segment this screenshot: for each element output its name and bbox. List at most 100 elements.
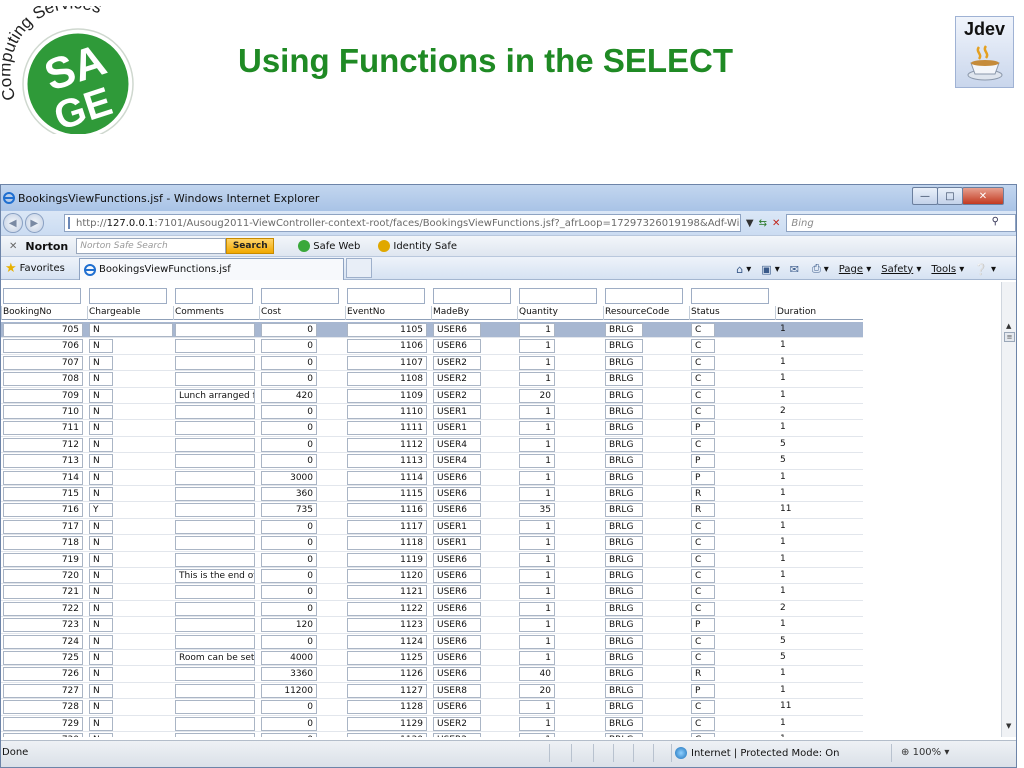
cell-cost[interactable]: 0 [261,421,317,436]
cell-chargeable[interactable]: N [89,519,113,534]
cell-resourcecode[interactable]: BRLG [605,519,643,534]
cell-cost[interactable]: 0 [261,601,317,616]
cell-chargeable[interactable]: N [89,585,113,600]
cell-chargeable[interactable]: N [89,601,113,616]
cell-eventno[interactable]: 1118 [347,536,427,551]
cell-cost[interactable]: 0 [261,437,317,452]
cell-quantity[interactable]: 1 [519,487,555,501]
cell-status[interactable]: P [691,683,715,698]
cell-eventno[interactable]: 1128 [347,700,427,715]
cell-bookingno[interactable]: 726 [3,667,83,682]
table-row[interactable]: 723 N 120 1123 USER6 1 BRLG P 1 [1,617,863,634]
cell-bookingno[interactable]: 710 [3,405,83,419]
cell-comments[interactable] [175,487,255,501]
cell-status[interactable]: C [691,405,715,419]
cell-cost[interactable]: 11200 [261,683,317,698]
cell-comments[interactable] [175,536,255,551]
cell-chargeable[interactable]: N [89,437,113,452]
cell-eventno[interactable]: 1123 [347,618,427,633]
safety-menu[interactable]: Safety ▾ [881,264,921,275]
identity-safe-button[interactable]: Identity Safe [378,240,457,252]
column-header-bookingno[interactable]: BookingNo [1,306,87,320]
cell-resourcecode[interactable]: BRLG [605,503,643,518]
cell-bookingno[interactable]: 711 [3,421,83,436]
filter-input-eventno[interactable] [347,288,425,304]
cell-bookingno[interactable]: 707 [3,355,83,370]
table-row[interactable]: 730 N 0 1130 USER2 1 BRLG C 1 [1,732,863,737]
table-row[interactable]: 718 N 0 1118 USER1 1 BRLG C 1 [1,535,863,552]
close-toolbar-icon[interactable]: ✕ [9,241,17,252]
cell-madeby[interactable]: USER8 [433,683,481,698]
cell-eventno[interactable]: 1105 [347,323,427,337]
cell-chargeable[interactable]: N [89,683,113,698]
table-row[interactable]: 724 N 0 1124 USER6 1 BRLG C 5 [1,634,863,650]
cell-resourcecode[interactable]: BRLG [605,405,643,419]
cell-eventno[interactable]: 1117 [347,519,427,534]
cell-eventno[interactable]: 1110 [347,405,427,419]
search-icon[interactable]: ⚲ [992,216,999,227]
cell-chargeable[interactable]: N [89,552,113,567]
column-header-resourcecode[interactable]: ResourceCode [603,306,689,320]
scroll-thumb[interactable]: ≡ [1004,332,1015,342]
norton-search-button[interactable]: Search [226,238,275,254]
back-button[interactable]: ◀ [3,213,23,233]
url-dropdown-button[interactable]: ▼ [746,218,754,229]
stop-icon[interactable]: ✕ [772,218,780,229]
cell-status[interactable]: R [691,667,715,682]
cell-eventno[interactable]: 1108 [347,372,427,387]
cell-cost[interactable]: 0 [261,339,317,354]
cell-bookingno[interactable]: 723 [3,618,83,633]
cell-eventno[interactable]: 1125 [347,651,427,665]
cell-bookingno[interactable]: 709 [3,388,83,403]
table-row[interactable]: 717 N 0 1117 USER1 1 BRLG C 1 [1,519,863,536]
table-row[interactable]: 707 N 0 1107 USER2 1 BRLG C 1 [1,355,863,372]
cell-status[interactable]: C [691,733,715,737]
tools-menu[interactable]: Tools ▾ [931,264,964,275]
cell-status[interactable]: C [691,339,715,354]
cell-chargeable[interactable]: N [89,339,113,354]
cell-madeby[interactable]: USER6 [433,552,481,567]
cell-resourcecode[interactable]: BRLG [605,716,643,731]
cell-madeby[interactable]: USER6 [433,470,481,485]
norton-brand[interactable]: Norton [25,240,68,253]
norton-search-input[interactable]: Norton Safe Search [76,238,227,254]
cell-quantity[interactable]: 1 [519,569,555,583]
cell-cost[interactable]: 3000 [261,470,317,485]
filter-input-chargeable[interactable] [89,288,167,304]
cell-madeby[interactable]: USER6 [433,585,481,600]
table-row[interactable]: 714 N 3000 1114 USER6 1 BRLG P 1 [1,470,863,486]
cell-resourcecode[interactable]: BRLG [605,536,643,551]
cell-status[interactable]: R [691,487,715,501]
cell-quantity[interactable]: 1 [519,536,555,551]
cell-resourcecode[interactable]: BRLG [605,388,643,403]
cell-madeby[interactable]: USER1 [433,519,481,534]
filter-input-madeby[interactable] [433,288,511,304]
cell-status[interactable]: C [691,536,715,551]
cell-quantity[interactable]: 40 [519,667,555,682]
cell-madeby[interactable]: USER1 [433,536,481,551]
vertical-scrollbar[interactable]: ▲ ≡ ▼ [1001,282,1016,737]
cell-status[interactable]: C [691,355,715,370]
cell-quantity[interactable]: 1 [519,700,555,715]
cell-eventno[interactable]: 1112 [347,437,427,452]
cell-madeby[interactable]: USER6 [433,618,481,633]
table-row[interactable]: 720 N This is the end of fi 0 1120 USER6 1 BRLG… [1,568,863,585]
bing-search-input[interactable]: Bing ⚲ [786,214,1016,232]
cell-bookingno[interactable]: 720 [3,569,83,583]
cell-madeby[interactable]: USER6 [433,487,481,501]
cell-chargeable[interactable]: N [89,716,113,731]
cell-cost[interactable]: 0 [261,716,317,731]
cell-cost[interactable]: 0 [261,569,317,583]
home-button[interactable]: ⌂ ▾ [736,263,751,276]
cell-cost[interactable]: 0 [261,519,317,534]
cell-cost[interactable]: 735 [261,503,317,518]
cell-comments[interactable] [175,601,255,616]
cell-eventno[interactable]: 1130 [347,733,427,737]
cell-eventno[interactable]: 1126 [347,667,427,682]
cell-comments[interactable] [175,339,255,354]
cell-cost[interactable]: 0 [261,634,317,649]
cell-chargeable[interactable]: N [89,388,113,403]
cell-madeby[interactable]: USER4 [433,454,481,469]
cell-status[interactable]: C [691,388,715,403]
cell-chargeable[interactable]: N [89,405,113,419]
